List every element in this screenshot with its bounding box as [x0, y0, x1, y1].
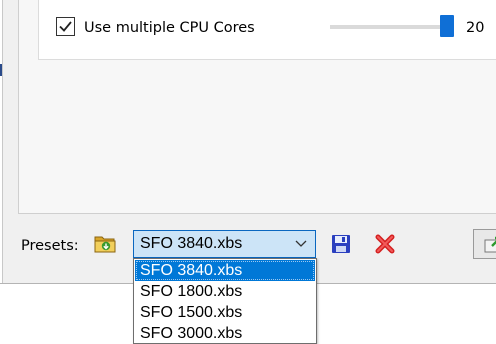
save-preset-button[interactable] [330, 233, 352, 259]
preset-option[interactable]: SFO 3000.xbs [135, 323, 315, 344]
presets-combobox[interactable]: SFO 3840.xbs [133, 230, 316, 258]
preset-option[interactable]: SFO 1500.xbs [135, 302, 315, 323]
cpu-cores-checkbox[interactable] [56, 17, 75, 36]
presets-label: Presets: [21, 238, 79, 254]
apply-arrow-icon [484, 236, 496, 253]
cpu-cores-slider-track[interactable] [330, 25, 448, 29]
apply-button[interactable] [473, 229, 496, 259]
dialog-window: Use multiple CPU Cores 20 Presets: SFO 3… [0, 0, 496, 284]
delete-icon [375, 234, 395, 254]
preset-option[interactable]: SFO 1800.xbs [135, 281, 315, 302]
presets-dropdown-list: SFO 3840.xbs SFO 1800.xbs SFO 1500.xbs S… [133, 258, 317, 344]
chevron-down-icon [295, 240, 307, 247]
checkmark-icon [59, 21, 72, 32]
folder-open-icon [94, 236, 116, 253]
preset-option-selected[interactable]: SFO 3840.xbs [135, 260, 315, 281]
window-left-edge [0, 0, 3, 283]
cpu-cores-value: 20 [466, 20, 485, 36]
open-preset-button[interactable] [94, 233, 118, 255]
save-icon [332, 235, 350, 253]
delete-preset-button[interactable] [374, 233, 396, 259]
presets-selected-value: SFO 3840.xbs [140, 235, 243, 252]
cpu-cores-label: Use multiple CPU Cores [84, 20, 255, 36]
window-edge-marker [0, 64, 2, 76]
cpu-cores-slider-thumb[interactable] [440, 15, 454, 37]
